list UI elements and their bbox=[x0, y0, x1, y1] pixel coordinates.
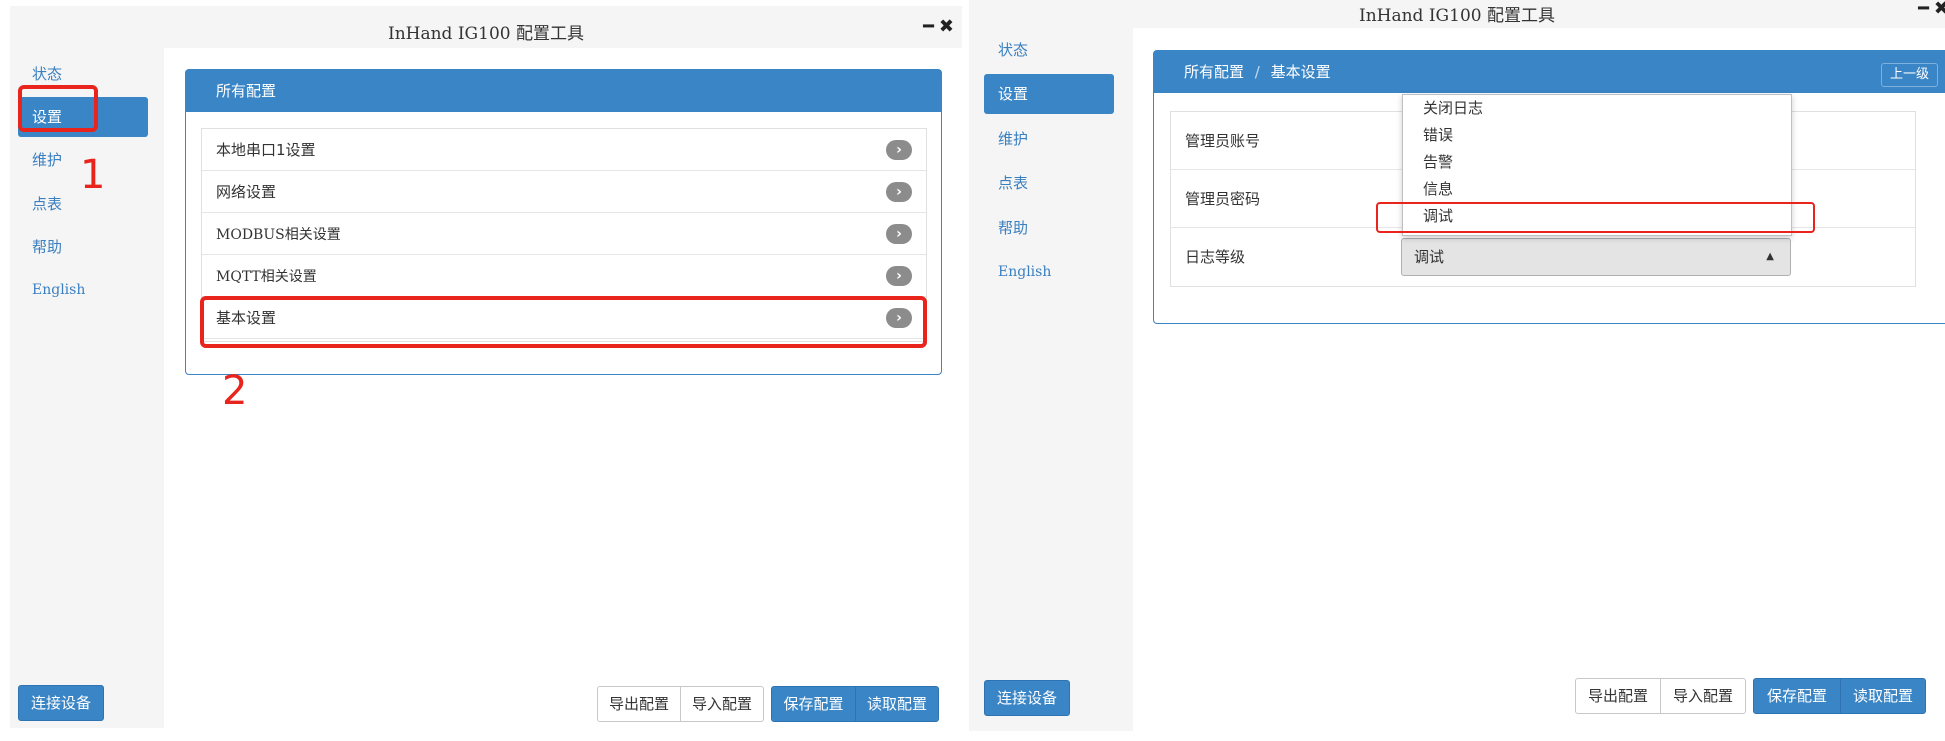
list-item-label: MODBUS相关设置 bbox=[216, 227, 341, 243]
form-row-log-level: 日志等级 调试 ▲ bbox=[1171, 228, 1915, 286]
breadcrumb-root[interactable]: 所有配置 bbox=[1184, 63, 1244, 81]
sidebar-item-points[interactable]: 点表 bbox=[984, 163, 1114, 203]
connect-device-button[interactable]: 连接设备 bbox=[18, 685, 104, 721]
chevron-right-icon: › bbox=[886, 308, 912, 328]
window-title: InHand IG100 配置工具 bbox=[387, 24, 584, 44]
admin-account-label: 管理员账号 bbox=[1185, 132, 1261, 150]
dropdown-option-debug[interactable]: 调试 bbox=[1403, 203, 1791, 230]
close-icon[interactable]: ✖ bbox=[1934, 0, 1945, 19]
connect-device-button[interactable]: 连接设备 bbox=[984, 680, 1070, 716]
sidebar-item-help[interactable]: 帮助 bbox=[984, 208, 1114, 248]
list-item-label: MQTT相关设置 bbox=[216, 269, 317, 285]
sidebar: 状态 设置 维护 点表 帮助 English 连接设备 bbox=[969, 30, 1129, 731]
annotation-number-1: 1 bbox=[80, 152, 106, 198]
chevron-right-icon: › bbox=[886, 266, 912, 286]
dropdown-option-error[interactable]: 错误 bbox=[1403, 122, 1791, 149]
minimize-icon[interactable]: ━ bbox=[1918, 0, 1929, 19]
import-config-button[interactable]: 导入配置 bbox=[1660, 678, 1746, 714]
sidebar-item-maintenance[interactable]: 维护 bbox=[984, 119, 1114, 159]
import-config-button[interactable]: 导入配置 bbox=[680, 686, 764, 722]
dropdown-option-info[interactable]: 信息 bbox=[1403, 176, 1791, 203]
list-item-label: 基本设置 bbox=[216, 309, 277, 327]
breadcrumb: 所有配置 / 基本设置 上一级 bbox=[1154, 51, 1945, 93]
config-panel: 所有配置 本地串口1设置 › 网络设置 › MODBUS相关设置 › MQTT相… bbox=[185, 69, 942, 375]
breadcrumb-current: 基本设置 bbox=[1270, 63, 1331, 81]
admin-password-label: 管理员密码 bbox=[1185, 190, 1261, 208]
chevron-right-icon: › bbox=[886, 182, 912, 202]
annotation-number-2: 2 bbox=[222, 368, 248, 414]
export-config-button[interactable]: 导出配置 bbox=[597, 686, 681, 722]
sidebar-item-help[interactable]: 帮助 bbox=[18, 227, 148, 267]
window-title: InHand IG100 配置工具 bbox=[1358, 6, 1555, 26]
export-config-button[interactable]: 导出配置 bbox=[1575, 678, 1661, 714]
breadcrumb-separator: / bbox=[1254, 63, 1260, 81]
save-config-button[interactable]: 保存配置 bbox=[771, 686, 856, 722]
read-config-button[interactable]: 读取配置 bbox=[1840, 678, 1926, 714]
panel-title: 所有配置 bbox=[186, 70, 941, 112]
list-item-label: 网络设置 bbox=[216, 183, 277, 201]
dropdown-option-warning[interactable]: 告警 bbox=[1403, 149, 1791, 176]
list-item-mqtt[interactable]: MQTT相关设置 › bbox=[202, 255, 926, 297]
main-content: 所有配置 本地串口1设置 › 网络设置 › MODBUS相关设置 › MQTT相… bbox=[164, 48, 962, 728]
title-bar: InHand IG100 配置工具 ━ ✖ bbox=[10, 6, 962, 54]
log-level-select[interactable]: 调试 ▲ bbox=[1401, 238, 1791, 276]
minimize-icon[interactable]: ━ bbox=[923, 17, 934, 37]
left-window: InHand IG100 配置工具 ━ ✖ 状态 设置 维护 点表 帮助 Eng… bbox=[10, 6, 962, 728]
read-config-button[interactable]: 读取配置 bbox=[855, 686, 939, 722]
close-icon[interactable]: ✖ bbox=[939, 17, 954, 37]
log-level-dropdown: 关闭日志 错误 告警 信息 调试 bbox=[1402, 94, 1792, 236]
config-list: 本地串口1设置 › 网络设置 › MODBUS相关设置 › MQTT相关设置 ›… bbox=[201, 128, 927, 342]
sidebar-item-english[interactable]: English bbox=[18, 270, 148, 310]
list-item-network[interactable]: 网络设置 › bbox=[202, 171, 926, 213]
chevron-right-icon: › bbox=[886, 140, 912, 160]
log-level-label: 日志等级 bbox=[1185, 248, 1246, 266]
list-item-basic[interactable]: 基本设置 › bbox=[202, 297, 926, 339]
sidebar-item-status[interactable]: 状态 bbox=[18, 54, 148, 94]
list-item-modbus[interactable]: MODBUS相关设置 › bbox=[202, 213, 926, 255]
log-level-value: 调试 bbox=[1414, 248, 1445, 266]
caret-up-icon: ▲ bbox=[1766, 251, 1774, 262]
sidebar-item-status[interactable]: 状态 bbox=[984, 30, 1114, 70]
up-level-button[interactable]: 上一级 bbox=[1880, 63, 1938, 87]
chevron-right-icon: › bbox=[886, 224, 912, 244]
sidebar-item-settings[interactable]: 设置 bbox=[984, 74, 1114, 114]
list-item-serial[interactable]: 本地串口1设置 › bbox=[202, 129, 926, 171]
save-config-button[interactable]: 保存配置 bbox=[1753, 678, 1841, 714]
list-item-label: 本地串口1设置 bbox=[216, 141, 316, 159]
sidebar-item-english[interactable]: English bbox=[984, 252, 1114, 292]
sidebar-item-settings[interactable]: 设置 bbox=[18, 97, 148, 137]
dropdown-option-off[interactable]: 关闭日志 bbox=[1403, 95, 1791, 122]
